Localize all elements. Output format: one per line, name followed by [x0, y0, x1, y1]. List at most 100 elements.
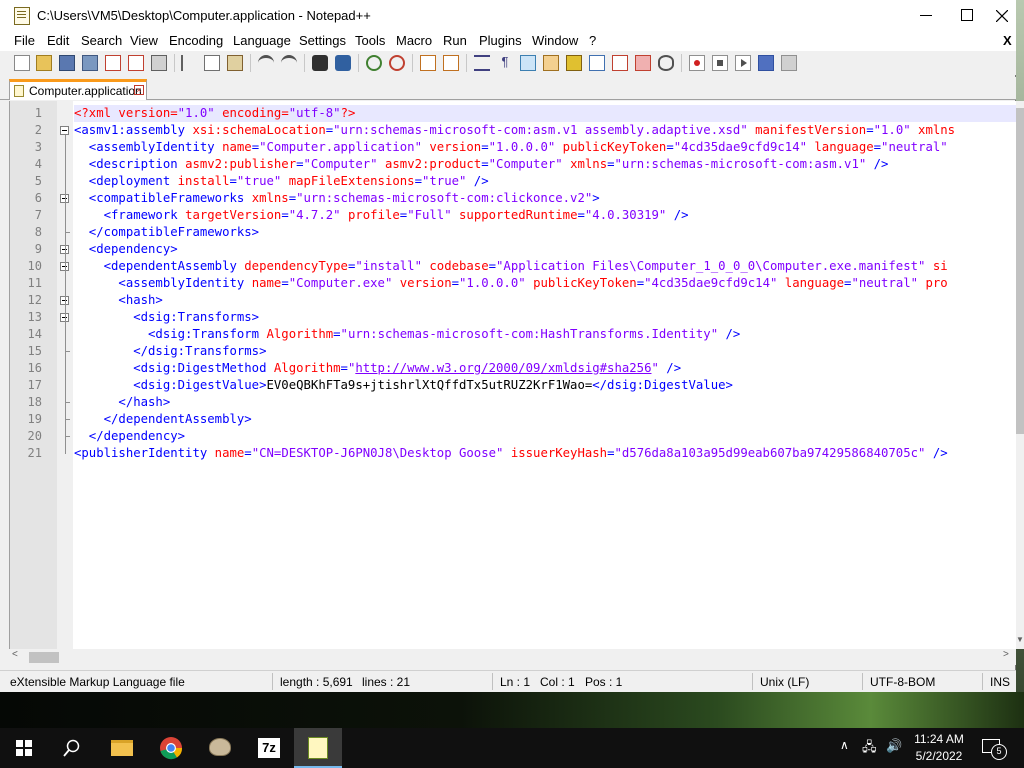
notepadpp-app-icon[interactable]: [14, 7, 30, 25]
indent-guide-icon[interactable]: [520, 55, 536, 71]
menu-edit[interactable]: Edit: [47, 33, 69, 48]
tab-close-icon[interactable]: ×: [134, 85, 144, 95]
copy-icon[interactable]: [204, 55, 220, 71]
menu-macro[interactable]: Macro: [396, 33, 432, 48]
minimize-button[interactable]: [904, 0, 948, 31]
folder-as-workspace-icon[interactable]: [612, 55, 628, 71]
code-line[interactable]: <hash>: [74, 292, 1016, 309]
zoom-out-icon[interactable]: [389, 55, 405, 71]
show-all-characters-icon[interactable]: ¶: [497, 55, 513, 71]
horizontal-scroll-thumb[interactable]: [29, 652, 59, 663]
status-eol[interactable]: Unix (LF): [760, 675, 809, 689]
run-macro-multiple-icon[interactable]: [758, 55, 774, 71]
code-line[interactable]: <publisherIdentity name="CN=DESKTOP-J6PN…: [74, 445, 1016, 462]
clock-date[interactable]: 5/2/2022: [909, 749, 969, 763]
menu-close-document[interactable]: X: [1003, 33, 1012, 48]
code-line[interactable]: </dependentAssembly>: [74, 411, 1016, 428]
clock-time[interactable]: 11:24 AM: [909, 732, 969, 746]
document-map-icon[interactable]: [566, 55, 582, 71]
menu-encoding[interactable]: Encoding: [169, 33, 223, 48]
title-bar[interactable]: C:\Users\VM5\Desktop\Computer.applicatio…: [0, 0, 1016, 31]
code-token[interactable]: http://www.w3.org/2000/09/xmldsig#sha256: [355, 361, 651, 375]
chrome-taskbar-button[interactable]: [147, 728, 195, 768]
fold-toggle-icon[interactable]: [60, 126, 69, 135]
menu-search[interactable]: Search: [81, 33, 122, 48]
play-macro-button[interactable]: [735, 55, 751, 71]
menu-run[interactable]: Run: [443, 33, 467, 48]
close-button[interactable]: [988, 0, 1016, 31]
code-line[interactable]: </compatibleFrameworks>: [74, 224, 1016, 241]
find-icon[interactable]: [312, 55, 328, 71]
7zip-taskbar-button[interactable]: 7z: [245, 728, 293, 768]
function-list-icon[interactable]: [589, 55, 605, 71]
print-icon[interactable]: [151, 55, 167, 71]
code-line[interactable]: <framework targetVersion="4.7.2" profile…: [74, 207, 1016, 224]
cut-icon[interactable]: [181, 55, 197, 71]
scroll-down-arrow-icon[interactable]: ▼: [1016, 635, 1024, 647]
open-file-icon[interactable]: [36, 55, 52, 71]
menu-window[interactable]: Window: [532, 33, 578, 48]
code-token: =: [281, 208, 289, 222]
code-line[interactable]: </dsig:Transforms>: [74, 343, 1016, 360]
sync-vertical-icon[interactable]: [420, 55, 436, 71]
start-button[interactable]: [0, 728, 48, 768]
code-line[interactable]: <dsig:DigestValue>EV0eQBKhFTa9s+jtishrlX…: [74, 377, 1016, 394]
code-line[interactable]: <dependentAssembly dependencyType = "insta…: [74, 258, 1016, 275]
code-line[interactable]: <dsig:DigestMethod Algorithm= "http://www…: [74, 360, 1016, 377]
save-all-icon[interactable]: [82, 55, 98, 71]
code-line[interactable]: <dependency>: [74, 241, 1016, 258]
status-insert-mode[interactable]: INS: [990, 675, 1010, 689]
code-line[interactable]: <assemblyIdentity name="Computer.applica…: [74, 139, 1016, 156]
record-macro-button[interactable]: [689, 55, 705, 71]
clipboard-history-icon[interactable]: [635, 55, 651, 71]
sync-horizontal-icon[interactable]: [443, 55, 459, 71]
new-file-icon[interactable]: [14, 55, 30, 71]
menu-tools[interactable]: Tools: [355, 33, 385, 48]
code-line[interactable]: <assemblyIdentity name="Computer.exe" ve…: [74, 275, 1016, 292]
menu-language[interactable]: Language: [233, 33, 291, 48]
zoom-in-icon[interactable]: [366, 55, 382, 71]
code-line[interactable]: </dependency>: [74, 428, 1016, 445]
user-defined-language-icon[interactable]: [543, 55, 559, 71]
menu-file[interactable]: File: [14, 33, 35, 48]
menu-view[interactable]: View: [130, 33, 158, 48]
code-line[interactable]: <asmv1:assembly xsi:schemaLocation = "urn:…: [74, 122, 1016, 139]
notification-center-button[interactable]: 5: [982, 739, 1007, 760]
show-hidden-icons-chevron-up-icon[interactable]: ∧: [840, 738, 849, 752]
replace-icon[interactable]: [335, 55, 351, 71]
save-icon[interactable]: [59, 55, 75, 71]
monitoring-icon[interactable]: [658, 55, 674, 71]
close-file-icon[interactable]: [105, 55, 121, 71]
menu-help[interactable]: ?: [589, 33, 596, 48]
code-line[interactable]: <description asmv2:publisher="Computer" …: [74, 156, 1016, 173]
scroll-right-arrow-icon[interactable]: >: [1003, 649, 1009, 660]
status-encoding[interactable]: UTF-8-BOM: [870, 675, 935, 689]
close-all-icon[interactable]: [128, 55, 144, 71]
horizontal-scrollbar[interactable]: [9, 649, 1016, 665]
word-wrap-icon[interactable]: [474, 55, 490, 71]
vertical-scroll-thumb[interactable]: [1016, 108, 1024, 434]
paste-icon[interactable]: [227, 55, 243, 71]
maximize-button[interactable]: [944, 0, 988, 31]
redo-icon[interactable]: [281, 55, 297, 71]
code-line[interactable]: <?xml version="1.0" encoding="utf-8"?>: [74, 105, 1016, 122]
menu-settings[interactable]: Settings: [299, 33, 346, 48]
network-icon[interactable]: 🖧: [862, 738, 877, 760]
stop-macro-button[interactable]: [712, 55, 728, 71]
notepadpp-taskbar-button[interactable]: [294, 728, 342, 768]
editor-area[interactable]: 1 2 3 4 5 6 7 8 9 10 11 12 13 14 15 16 17 18 19 20 21 <?xml …: [9, 101, 1016, 665]
file-explorer-taskbar-button[interactable]: [98, 728, 146, 768]
menu-plugins[interactable]: Plugins: [479, 33, 522, 48]
volume-icon[interactable]: 🔊: [886, 738, 902, 754]
tab-computer-application[interactable]: Computer.application ×: [9, 79, 147, 100]
search-button[interactable]: [48, 728, 96, 768]
code-line[interactable]: </hash>: [74, 394, 1016, 411]
code-line[interactable]: <deployment install="true" mapFileExtens…: [74, 173, 1016, 190]
scroll-left-arrow-icon[interactable]: <: [12, 649, 18, 660]
undo-icon[interactable]: [258, 55, 274, 71]
save-macro-icon[interactable]: [781, 55, 797, 71]
paint-taskbar-button[interactable]: [196, 728, 244, 768]
code-line[interactable]: <dsig:Transforms>: [74, 309, 1016, 326]
code-line[interactable]: <dsig:Transform Algorithm="urn:schemas-m…: [74, 326, 1016, 343]
code-line[interactable]: <compatibleFrameworks xmlns="urn:schemas…: [74, 190, 1016, 207]
